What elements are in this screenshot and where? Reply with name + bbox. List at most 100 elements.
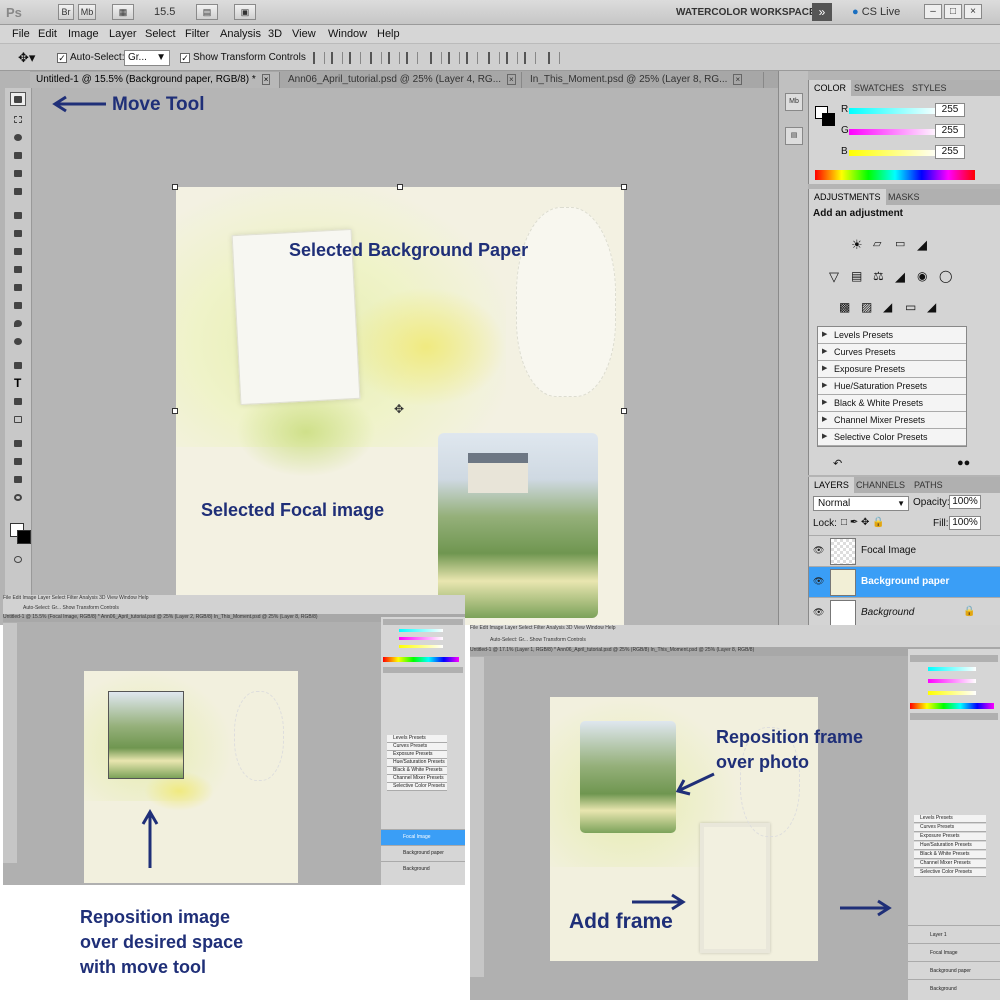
- close-button[interactable]: ×: [964, 4, 982, 19]
- auto-align-icon[interactable]: [548, 52, 560, 64]
- minibridge-button[interactable]: Mb: [78, 4, 96, 20]
- tab-layers[interactable]: LAYERS: [809, 477, 854, 493]
- brightness-icon[interactable]: ☀: [851, 237, 866, 252]
- layer-row-background-paper[interactable]: 👁 Background paper: [809, 566, 1000, 597]
- eye-icon[interactable]: 👁: [813, 607, 825, 617]
- hand-tool-icon[interactable]: [10, 472, 26, 486]
- background-color-swatch[interactable]: [822, 113, 835, 126]
- opacity-input[interactable]: 100%: [949, 495, 981, 509]
- b-value[interactable]: 255: [935, 145, 965, 159]
- g-slider[interactable]: [849, 129, 939, 135]
- focal-image-photo[interactable]: [580, 721, 676, 833]
- eye-icon[interactable]: 👁: [813, 545, 825, 555]
- close-tab-icon[interactable]: ×: [261, 74, 271, 85]
- mini-document-canvas[interactable]: [84, 671, 298, 883]
- menu-layer[interactable]: Layer: [109, 28, 137, 40]
- pen-tool-icon[interactable]: [10, 358, 26, 372]
- preset-black-white[interactable]: Black & White Presets: [818, 395, 966, 412]
- background-color-swatch[interactable]: [17, 530, 31, 544]
- focal-image-photo[interactable]: [438, 433, 598, 618]
- menu-3d[interactable]: 3D: [268, 28, 282, 40]
- transform-handle[interactable]: [172, 408, 178, 414]
- channel-mixer-icon[interactable]: ◯: [939, 269, 954, 283]
- b-slider[interactable]: [849, 150, 939, 156]
- healing-brush-tool-icon[interactable]: [10, 208, 26, 222]
- menu-view[interactable]: View: [292, 28, 316, 40]
- history-panel-icon[interactable]: ▤: [785, 127, 803, 145]
- vibrance-icon[interactable]: ▽: [829, 269, 844, 284]
- tab-adjustments[interactable]: ADJUSTMENTS: [809, 189, 886, 205]
- tab-untitled-1[interactable]: Untitled-1 @ 15.5% (Background paper, RG…: [30, 72, 280, 88]
- crop-tool-icon[interactable]: [10, 166, 26, 180]
- show-transform-checkbox[interactable]: ✓: [180, 53, 190, 63]
- clip-layer-icon[interactable]: ●●: [957, 457, 970, 469]
- quick-selection-tool-icon[interactable]: [10, 148, 26, 162]
- minibridge-panel-icon[interactable]: Mb: [785, 93, 803, 111]
- tab-in-this-moment[interactable]: In_This_Moment.psd @ 25% (Layer 8, RG...…: [524, 72, 764, 88]
- hue-saturation-icon[interactable]: ▤: [851, 269, 866, 283]
- align-bottom-icon[interactable]: [349, 52, 361, 64]
- g-value[interactable]: 255: [935, 124, 965, 138]
- workspace-name[interactable]: WATERCOLOR WORKSPACE: [676, 7, 816, 18]
- transform-handle[interactable]: [621, 408, 627, 414]
- screen-mode-button[interactable]: ▣: [234, 4, 256, 20]
- 3d-orbit-tool-icon[interactable]: [10, 454, 26, 468]
- workspace-menu-icon[interactable]: »: [812, 3, 832, 21]
- menu-help[interactable]: Help: [377, 28, 400, 40]
- cs-live-menu[interactable]: ● CS Live: [852, 6, 900, 18]
- eraser-tool-icon[interactable]: [10, 280, 26, 294]
- distribute-bottom-icon[interactable]: [466, 52, 478, 64]
- menu-image[interactable]: Image: [68, 28, 99, 40]
- 3d-rotate-tool-icon[interactable]: [10, 436, 26, 450]
- distribute-right-icon[interactable]: [524, 52, 536, 64]
- transform-handle[interactable]: [397, 184, 403, 190]
- lasso-tool-icon[interactable]: [10, 130, 26, 144]
- history-brush-tool-icon[interactable]: [10, 262, 26, 276]
- color-balance-icon[interactable]: ⚖: [873, 269, 888, 283]
- type-tool-icon[interactable]: T: [10, 376, 26, 390]
- menu-filter[interactable]: Filter: [185, 28, 209, 40]
- menu-window[interactable]: Window: [328, 28, 367, 40]
- black-white-icon[interactable]: ◢: [895, 269, 910, 284]
- preset-levels[interactable]: Levels Presets: [818, 327, 966, 344]
- close-tab-icon[interactable]: ×: [733, 74, 743, 85]
- gradient-map-icon[interactable]: ▭: [905, 300, 920, 314]
- close-tab-icon[interactable]: ×: [507, 74, 516, 85]
- selective-color-icon[interactable]: ◢: [927, 300, 942, 314]
- invert-icon[interactable]: ▩: [839, 300, 854, 314]
- layer-row-background[interactable]: 👁 Background 🔒: [809, 597, 1000, 625]
- photo-filter-icon[interactable]: ◉: [917, 269, 932, 283]
- align-left-icon[interactable]: [370, 52, 382, 64]
- zoom-level[interactable]: 15.5: [154, 6, 175, 18]
- distribute-top-icon[interactable]: [430, 52, 442, 64]
- move-tool-preset-icon[interactable]: ✥▾: [18, 50, 35, 66]
- threshold-icon[interactable]: ◢: [883, 300, 898, 314]
- tab-channels[interactable]: CHANNELS: [851, 477, 910, 493]
- tab-color[interactable]: COLOR: [809, 80, 852, 96]
- return-arrow-icon[interactable]: ↶: [833, 457, 842, 470]
- quick-mask-icon[interactable]: [10, 552, 26, 566]
- bridge-button[interactable]: Br: [58, 4, 74, 20]
- menu-analysis[interactable]: Analysis: [220, 28, 261, 40]
- transform-handle[interactable]: [172, 184, 178, 190]
- tab-paths[interactable]: PATHS: [909, 477, 948, 493]
- auto-select-checkbox[interactable]: ✓: [57, 53, 67, 63]
- color-spectrum-bar[interactable]: [815, 170, 975, 180]
- menu-file[interactable]: File: [12, 28, 30, 40]
- preset-selective-color[interactable]: Selective Color Presets: [818, 429, 966, 446]
- r-value[interactable]: 255: [935, 103, 965, 117]
- preset-channel-mixer[interactable]: Channel Mixer Presets: [818, 412, 966, 429]
- auto-select-dropdown[interactable]: Gr... ▼: [124, 50, 170, 66]
- preset-hue-saturation[interactable]: Hue/Saturation Presets: [818, 378, 966, 395]
- blur-tool-icon[interactable]: [10, 316, 26, 330]
- move-tool-icon[interactable]: [10, 92, 26, 106]
- align-hcenter-icon[interactable]: [388, 52, 400, 64]
- transform-handle[interactable]: [621, 184, 627, 190]
- tab-swatches[interactable]: SWATCHES: [849, 80, 909, 96]
- distribute-hcenter-icon[interactable]: [506, 52, 518, 64]
- layer-row-focal-image[interactable]: 👁 Focal Image: [809, 535, 1000, 566]
- menu-select[interactable]: Select: [145, 28, 176, 40]
- photo-frame[interactable]: [700, 823, 770, 953]
- view-extras-button[interactable]: ▦: [112, 4, 134, 20]
- clone-stamp-tool-icon[interactable]: [10, 244, 26, 258]
